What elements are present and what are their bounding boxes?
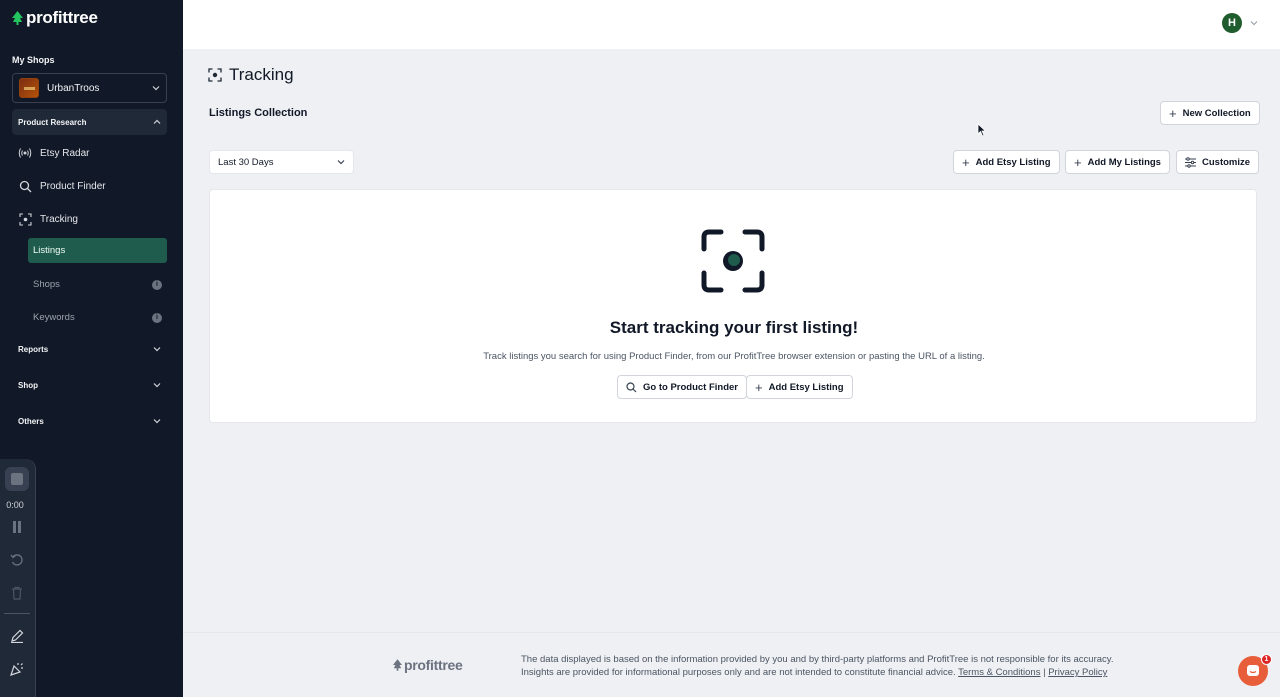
- tracking-icon: [18, 212, 32, 226]
- sidebar-item-label: Product Finder: [40, 180, 106, 192]
- user-avatar[interactable]: H: [1222, 13, 1242, 33]
- page-title-text: Tracking: [229, 65, 294, 84]
- chevron-up-icon: [153, 119, 161, 124]
- draw-button[interactable]: [5, 624, 29, 648]
- pause-button[interactable]: [5, 515, 29, 539]
- button-label: Customize: [1202, 156, 1251, 168]
- sidebar-item-label: Shops: [33, 279, 60, 290]
- add-etsy-listing-button[interactable]: + Add Etsy Listing: [953, 150, 1060, 174]
- plus-icon: +: [1169, 105, 1177, 121]
- plus-icon: +: [962, 154, 970, 170]
- reports-label: Reports: [18, 344, 49, 354]
- privacy-link[interactable]: Privacy Policy: [1048, 667, 1107, 678]
- chevron-down-icon[interactable]: [1250, 19, 1258, 27]
- footer-brand: profittree: [404, 657, 463, 673]
- stop-icon: [11, 473, 23, 485]
- top-bar: H: [183, 0, 1280, 49]
- product-research-label: Product Research: [18, 117, 87, 127]
- button-label: Add My Listings: [1087, 156, 1161, 168]
- confetti-icon: [10, 663, 23, 676]
- trash-icon: [12, 586, 22, 600]
- recording-timer: 0:00: [6, 500, 24, 510]
- info-icon[interactable]: i: [152, 279, 162, 290]
- pause-icon: [13, 521, 21, 533]
- button-label: Add Etsy Listing: [768, 381, 844, 393]
- stop-recording-button[interactable]: [5, 467, 29, 491]
- footer-logo: profittree: [393, 657, 463, 673]
- brand-name: profittree: [26, 8, 98, 27]
- plus-icon: +: [755, 379, 763, 395]
- search-icon: [18, 179, 32, 193]
- tracking-icon: [208, 68, 222, 82]
- reports-group[interactable]: Reports: [12, 336, 167, 362]
- sidebar-item-keywords[interactable]: Keywords i: [28, 305, 167, 330]
- add-my-listings-button[interactable]: + Add My Listings: [1065, 150, 1170, 174]
- search-icon: [626, 381, 637, 392]
- shop-group[interactable]: Shop: [12, 372, 167, 398]
- screen-recorder-panel: 0:00: [0, 459, 36, 697]
- tree-icon: [393, 659, 402, 671]
- product-research-group[interactable]: Product Research: [12, 109, 167, 135]
- terms-link[interactable]: Terms & Conditions: [958, 667, 1040, 678]
- pen-icon: [11, 629, 24, 643]
- page-title: Tracking: [208, 65, 294, 85]
- my-shops-label: My Shops: [12, 55, 55, 65]
- chevron-down-icon: [153, 383, 161, 388]
- footer: profittree The data displayed is based o…: [183, 632, 1280, 697]
- button-label: Add Etsy Listing: [975, 156, 1051, 168]
- chevron-down-icon: [337, 160, 345, 165]
- chevron-down-icon: [153, 419, 161, 424]
- sidebar-item-tracking[interactable]: Tracking: [18, 207, 167, 231]
- profittree-logo[interactable]: profittree: [12, 8, 98, 28]
- mouse-cursor-icon: [977, 123, 987, 137]
- chevron-down-icon: [153, 347, 161, 352]
- empty-add-etsy-listing-button[interactable]: + Add Etsy Listing: [746, 375, 853, 399]
- sidebar-item-listings[interactable]: Listings: [28, 238, 167, 263]
- sidebar-item-shops[interactable]: Shops i: [28, 272, 167, 297]
- info-icon[interactable]: i: [152, 312, 162, 323]
- listings-collection-heading: Listings Collection: [209, 107, 308, 119]
- disclaimer-line-1: The data displayed is based on the infor…: [521, 654, 1114, 665]
- disclaimer-line-2: Insights are provided for informational …: [521, 667, 956, 678]
- shop-selector[interactable]: UrbanTroos: [12, 73, 167, 103]
- date-range-select[interactable]: Last 30 Days: [209, 150, 354, 174]
- sidebar-item-label: Etsy Radar: [40, 147, 90, 159]
- button-label: Go to Product Finder: [643, 381, 738, 393]
- sidebar-item-etsy-radar[interactable]: Etsy Radar: [18, 141, 167, 165]
- empty-state-description: Track listings you search for using Prod…: [483, 351, 985, 362]
- sidebar-item-label: Tracking: [40, 213, 78, 225]
- chevron-down-icon: [152, 86, 160, 91]
- others-label: Others: [18, 416, 44, 426]
- separator: |: [1043, 667, 1046, 678]
- sidebar-item-product-finder[interactable]: Product Finder: [18, 174, 167, 198]
- sidebar-item-label: Keywords: [33, 312, 75, 323]
- shop-name: UrbanTroos: [47, 82, 100, 94]
- button-label: New Collection: [1182, 107, 1251, 119]
- empty-state-title: Start tracking your first listing!: [609, 318, 859, 337]
- divider: [4, 613, 30, 614]
- others-group[interactable]: Others: [12, 408, 167, 434]
- sliders-icon: [1185, 156, 1196, 168]
- delete-button[interactable]: [5, 581, 29, 605]
- shop-label: Shop: [18, 380, 38, 390]
- shop-logo: [19, 78, 39, 98]
- restart-icon: [10, 554, 23, 566]
- empty-state-card: Start tracking your first listing! Track…: [209, 189, 1257, 423]
- footer-disclaimer: The data displayed is based on the infor…: [521, 653, 1113, 679]
- plus-icon: +: [1074, 154, 1082, 170]
- customize-button[interactable]: Customize: [1176, 150, 1260, 174]
- effects-button[interactable]: [5, 657, 29, 681]
- restart-button[interactable]: [5, 548, 29, 572]
- chat-icon: [1247, 665, 1259, 676]
- new-collection-button[interactable]: + New Collection: [1160, 101, 1260, 125]
- tracking-target-icon: [701, 229, 765, 293]
- notification-badge: 1: [1261, 654, 1272, 665]
- tree-icon: [12, 11, 23, 25]
- go-to-product-finder-button[interactable]: Go to Product Finder: [617, 375, 747, 399]
- sidebar-item-label: Listings: [33, 245, 66, 256]
- date-range-value: Last 30 Days: [218, 156, 274, 168]
- radar-icon: [18, 146, 32, 160]
